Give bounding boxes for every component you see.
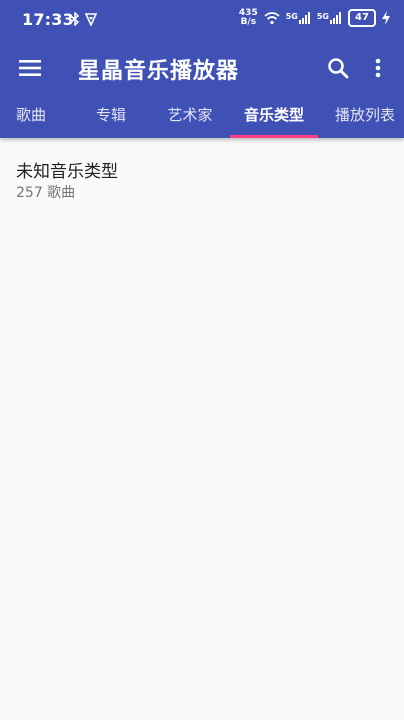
menu-button[interactable] — [10, 48, 50, 88]
tab-label: 播放列表 — [334, 105, 395, 124]
search-icon — [328, 58, 349, 79]
list-item[interactable]: 未知音乐类型 257 歌曲 — [0, 138, 404, 210]
app-bar: 17:33 435 B/s 5G 5G 47 星晶音乐播放器 歌曲 专辑 艺术家… — [0, 0, 404, 138]
signal-icon — [330, 12, 341, 24]
tab-songs[interactable]: 歌曲 — [0, 90, 62, 138]
tab-playlists[interactable]: 播放列表 — [326, 90, 404, 138]
more-options-button[interactable] — [358, 48, 398, 88]
sim2-label: 5G — [316, 12, 329, 21]
charging-icon — [382, 11, 390, 25]
sim1-label: 5G — [285, 12, 298, 21]
genre-song-count: 257 歌曲 — [16, 185, 76, 201]
net-speed: 435 B/s — [239, 9, 258, 27]
tab-genres[interactable]: 音乐类型 — [230, 90, 318, 138]
tab-artists[interactable]: 艺术家 — [155, 90, 225, 138]
status-time: 17:33 — [22, 10, 74, 29]
status-bar: 17:33 435 B/s 5G 5G 47 — [0, 0, 404, 40]
net-speed-unit: B/s — [240, 17, 257, 27]
genre-name: 未知音乐类型 — [16, 162, 118, 182]
tab-bar: 歌曲 专辑 艺术家 音乐类型 播放列表 — [0, 90, 404, 138]
tab-label: 艺术家 — [167, 105, 213, 124]
signal-icon — [298, 12, 310, 24]
hamburger-menu-icon — [19, 60, 41, 76]
status-left-icons — [70, 12, 98, 26]
toolbar: 星晶音乐播放器 — [0, 40, 404, 96]
bluetooth-icon — [70, 12, 80, 26]
app-title: 星晶音乐播放器 — [78, 59, 240, 84]
wifi-icon — [264, 12, 280, 25]
tab-albums[interactable]: 专辑 — [80, 90, 142, 138]
battery-level: 47 — [355, 12, 369, 23]
search-button[interactable] — [318, 48, 358, 88]
tab-label: 专辑 — [95, 105, 126, 124]
shield-icon — [84, 13, 98, 26]
more-vert-icon — [375, 58, 381, 78]
battery-icon: 47 — [348, 9, 376, 27]
status-right-icons: 435 B/s 5G 5G 47 — [239, 9, 390, 27]
tab-label: 歌曲 — [15, 105, 46, 124]
tab-label: 音乐类型 — [243, 105, 304, 124]
